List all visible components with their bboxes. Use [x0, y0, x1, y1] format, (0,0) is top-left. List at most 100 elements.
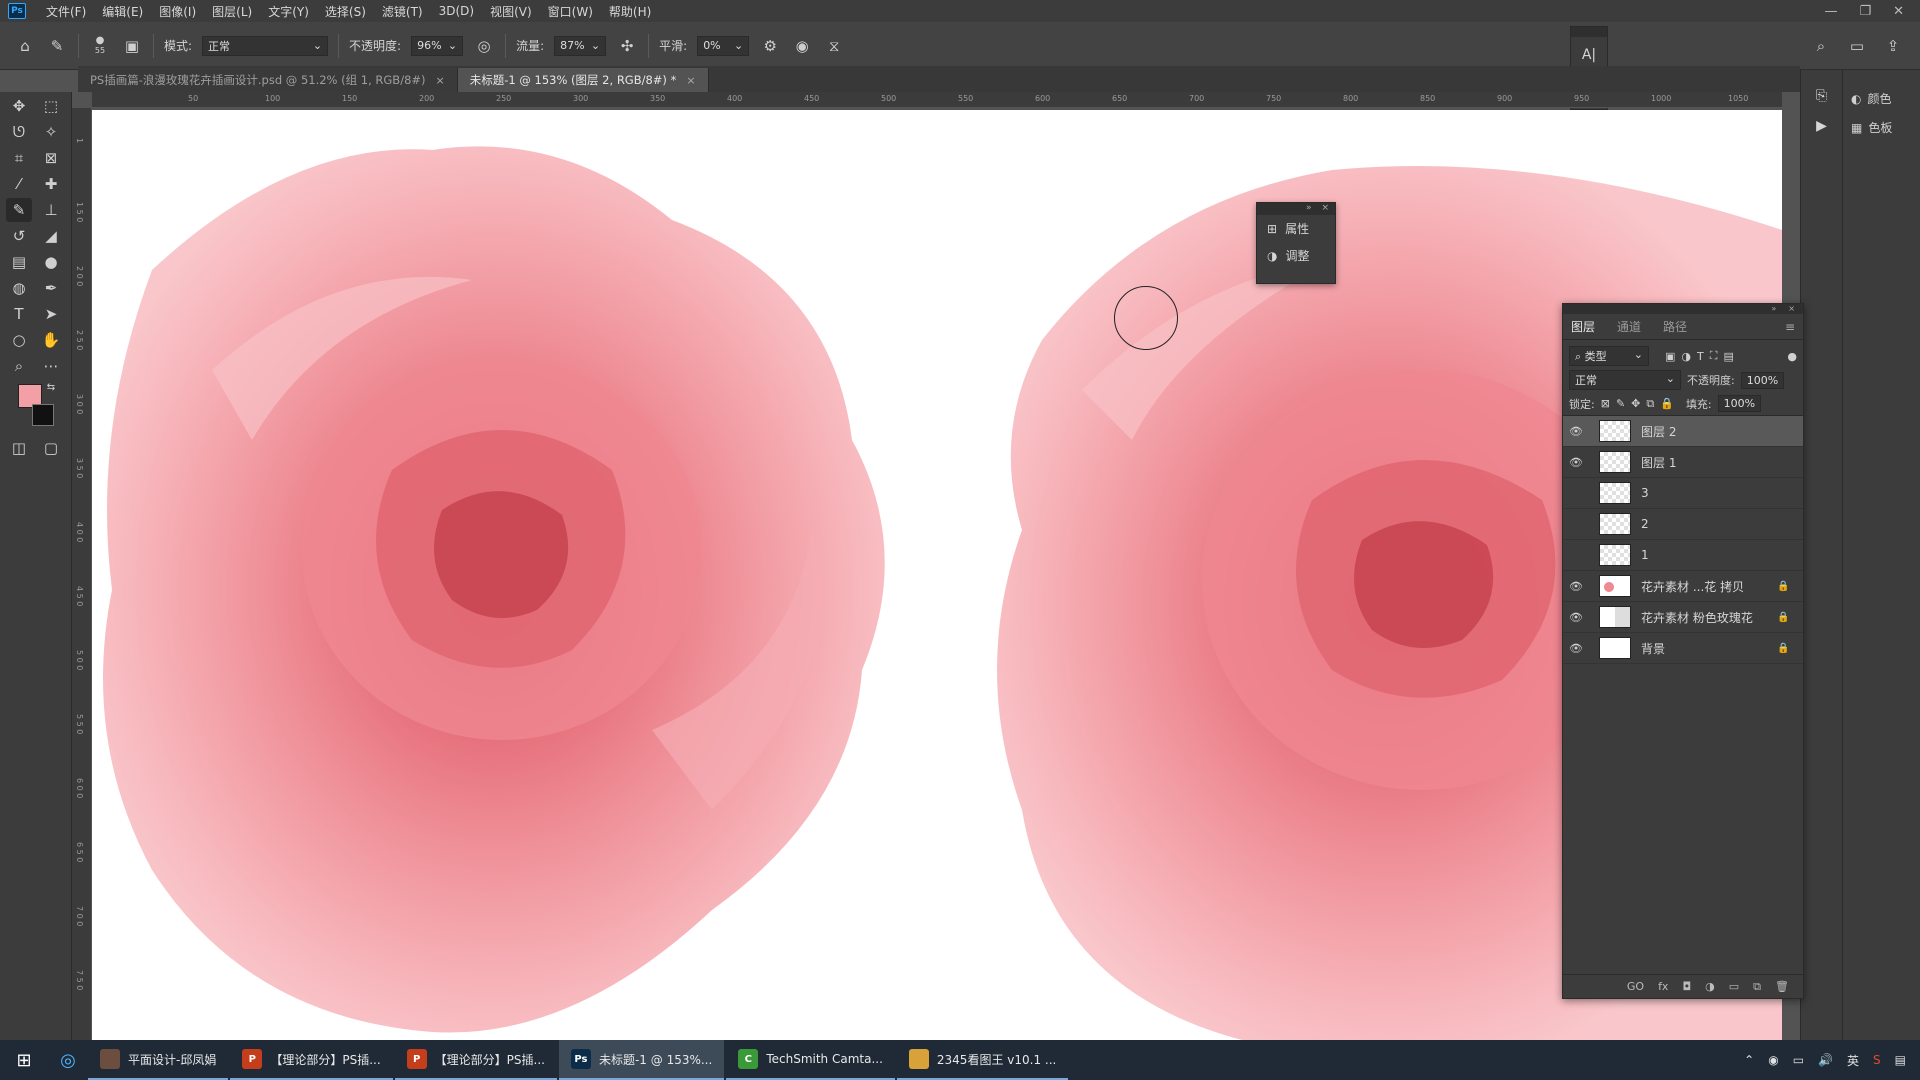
photoshop-logo-icon[interactable]: Ps: [8, 3, 26, 19]
flow-input[interactable]: 87% ⌄: [554, 35, 607, 56]
menu-select[interactable]: 选择(S): [317, 3, 374, 20]
visibility-eye-icon[interactable]: 👁: [1569, 425, 1589, 438]
taskbar-app[interactable]: P 【理论部分】PS插...: [394, 1040, 557, 1080]
filter-kind-select[interactable]: ⌕ 类型 ⌄: [1569, 346, 1649, 366]
character-icon[interactable]: A|: [1571, 37, 1607, 63]
symmetry-icon[interactable]: ⧖: [823, 35, 845, 57]
menu-window[interactable]: 窗口(W): [540, 3, 601, 20]
visibility-eye-icon[interactable]: 👁: [1569, 642, 1589, 655]
workspace-icon[interactable]: ▭: [1846, 35, 1868, 57]
hand-tool-icon[interactable]: ✋: [38, 328, 64, 352]
notification-icon[interactable]: ▤: [1895, 1053, 1906, 1067]
menu-layer[interactable]: 图层(L): [204, 3, 260, 20]
visibility-eye-icon[interactable]: 👁: [1569, 580, 1589, 593]
menu-3d[interactable]: 3D(D): [431, 4, 482, 18]
brush-preset-picker[interactable]: ● 55: [89, 35, 111, 57]
close-icon[interactable]: ×: [1321, 203, 1329, 215]
panel-menu-icon[interactable]: ≡: [1785, 320, 1795, 334]
visibility-eye-icon[interactable]: 👁: [1569, 549, 1589, 562]
dock-color[interactable]: ◐ 颜色: [1843, 84, 1920, 113]
layer-name[interactable]: 2: [1641, 517, 1777, 531]
taskbar-app[interactable]: P 【理论部分】PS插...: [230, 1040, 393, 1080]
close-icon[interactable]: ×: [1788, 304, 1795, 314]
lock-position-icon[interactable]: ✥: [1631, 397, 1640, 410]
new-group-icon[interactable]: ▭: [1729, 980, 1739, 993]
volume-icon[interactable]: 🔊: [1818, 1053, 1833, 1067]
pen-tool-icon[interactable]: ✒: [38, 276, 64, 300]
layer-row[interactable]: 👁2: [1563, 509, 1803, 540]
lock-transparent-icon[interactable]: ⊠: [1601, 397, 1610, 410]
taskbar-app[interactable]: Ps 未标题-1 @ 153%...: [558, 1040, 725, 1080]
network-icon[interactable]: ▭: [1793, 1053, 1804, 1067]
add-mask-icon[interactable]: ◘: [1682, 980, 1691, 993]
zoom-tool-icon[interactable]: ⌕: [6, 354, 32, 378]
filter-type-icon[interactable]: T: [1697, 350, 1704, 363]
filter-toggle-icon[interactable]: ●: [1787, 350, 1797, 363]
lock-all-icon[interactable]: 🔒: [1660, 397, 1674, 410]
close-button[interactable]: ✕: [1893, 4, 1904, 19]
visibility-eye-icon[interactable]: 👁: [1569, 611, 1589, 624]
link-layers-icon[interactable]: GO: [1627, 980, 1644, 993]
menu-filter[interactable]: 滤镜(T): [374, 3, 431, 20]
actions-play-icon[interactable]: ▶: [1801, 118, 1842, 134]
ellipse-tool-icon[interactable]: ○: [6, 328, 32, 352]
visibility-eye-icon[interactable]: 👁: [1569, 487, 1589, 500]
mode-select[interactable]: 正常 ⌄: [202, 35, 329, 56]
taskbar-app[interactable]: 2345看图王 v10.1 ...: [896, 1040, 1069, 1080]
brush-tool-icon[interactable]: ✎: [6, 198, 32, 222]
visibility-eye-icon[interactable]: 👁: [1569, 518, 1589, 531]
layer-name[interactable]: 背景: [1641, 640, 1777, 657]
tab-document-2[interactable]: 未标题-1 @ 153% (图层 2, RGB/8#) * ×: [457, 68, 709, 92]
more-tools-icon[interactable]: ⋯: [38, 354, 64, 378]
path-selection-tool-icon[interactable]: ➤: [38, 302, 64, 326]
search-icon[interactable]: ⌕: [1810, 35, 1832, 57]
new-layer-icon[interactable]: ⧉: [1753, 980, 1761, 994]
dodge-tool-icon[interactable]: ◍: [6, 276, 32, 300]
tray-app-icon[interactable]: ◉: [1768, 1053, 1778, 1067]
close-icon[interactable]: ×: [686, 74, 695, 87]
filter-shape-icon[interactable]: ⛶: [1710, 349, 1718, 363]
brush-settings-icon[interactable]: ▣: [121, 35, 143, 57]
frame-tool-icon[interactable]: ⊠: [38, 146, 64, 170]
eyedropper-tool-icon[interactable]: ⁄: [6, 172, 32, 196]
home-icon[interactable]: ⌂: [14, 35, 36, 57]
collapse-icon[interactable]: »: [1306, 203, 1312, 215]
type-tool-icon[interactable]: T: [6, 302, 32, 326]
lock-artboard-icon[interactable]: ⧉: [1646, 397, 1654, 411]
brush-tool-icon[interactable]: ✎: [46, 35, 68, 57]
history-brush-tool-icon[interactable]: ↺: [6, 224, 32, 248]
crop-tool-icon[interactable]: ⌗: [6, 146, 32, 170]
taskbar-app[interactable]: C TechSmith Camta...: [726, 1040, 895, 1080]
filter-adjustment-icon[interactable]: ◑: [1681, 350, 1691, 363]
swap-colors-icon[interactable]: ⇆: [44, 380, 58, 394]
layer-row[interactable]: 👁 背景 🔒: [1563, 633, 1803, 664]
clone-stamp-tool-icon[interactable]: ⊥: [38, 198, 64, 222]
blur-tool-icon[interactable]: ●: [38, 250, 64, 274]
layer-name[interactable]: 图层 1: [1641, 454, 1777, 471]
tab-layers[interactable]: 图层: [1571, 318, 1595, 335]
menu-view[interactable]: 视图(V): [482, 3, 540, 20]
filter-pixel-icon[interactable]: ▣: [1665, 350, 1675, 363]
menu-edit[interactable]: 编辑(E): [94, 3, 151, 20]
lasso-tool-icon[interactable]: ᘎ: [6, 120, 32, 144]
pressure-opacity-icon[interactable]: ◎: [473, 35, 495, 57]
share-icon[interactable]: ⇪: [1882, 35, 1904, 57]
marquee-tool-icon[interactable]: ⬚: [38, 94, 64, 118]
smoothing-input[interactable]: 0% ⌄: [697, 35, 750, 56]
tab-paths[interactable]: 路径: [1663, 318, 1687, 335]
chevron-up-icon[interactable]: ⌃: [1744, 1053, 1754, 1067]
browser-icon[interactable]: ◎: [48, 1040, 88, 1080]
visibility-eye-icon[interactable]: 👁: [1569, 456, 1589, 469]
quick-mask-icon[interactable]: ◫: [6, 436, 32, 460]
blend-mode-select[interactable]: 正常 ⌄: [1569, 370, 1681, 390]
healing-brush-tool-icon[interactable]: ✚: [38, 172, 64, 196]
layer-opacity-input[interactable]: 100%: [1740, 371, 1785, 389]
layer-row[interactable]: 👁3: [1563, 478, 1803, 509]
close-icon[interactable]: ×: [436, 74, 445, 87]
airbrush-icon[interactable]: ✣: [616, 35, 638, 57]
ime-icon[interactable]: S: [1873, 1053, 1881, 1067]
fx-icon[interactable]: fx: [1658, 980, 1668, 993]
filter-smart-object-icon[interactable]: ▤: [1723, 350, 1733, 363]
adjustments-button[interactable]: ◑ 调整: [1257, 242, 1335, 269]
gear-icon[interactable]: ⚙: [759, 35, 781, 57]
